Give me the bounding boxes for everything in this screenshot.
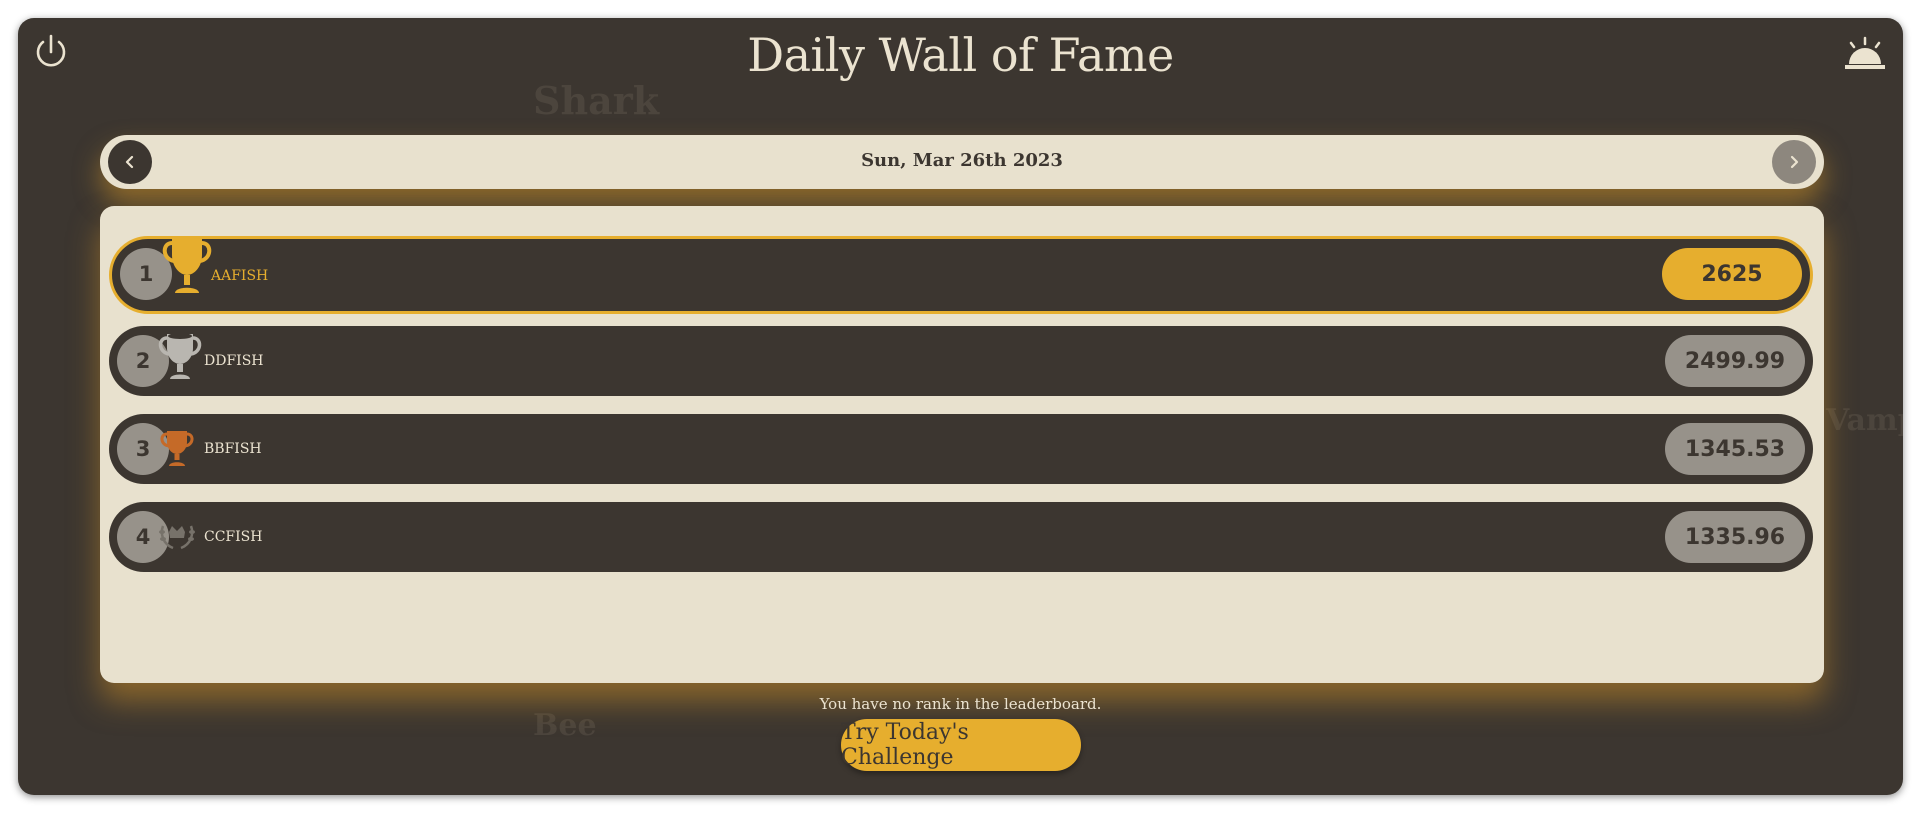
app-window: Shark Vamp Bee Daily Wall of Fame Sun, M… [18,18,1903,795]
next-day-button[interactable] [1772,140,1816,184]
no-rank-message: You have no rank in the leaderboard. [819,695,1102,713]
player-name: CCFISH [204,529,263,545]
leaderboard-panel: 1 AAFISH 2625 2 DDFISH 2499.99 3 BBFISH … [100,206,1824,683]
player-score: 1335.96 [1665,511,1805,563]
leaderboard-row: 1 AAFISH 2625 [109,236,1813,314]
player-name: DDFISH [204,353,264,369]
try-challenge-button[interactable]: Try Today's Challenge [841,719,1081,771]
leaderboard-row: 4 CCFISH 1335.96 [109,502,1813,572]
background-label-bee: Bee [533,708,597,743]
date-navigation-bar: Sun, Mar 26th 2023 [100,135,1824,189]
player-name: AAFISH [211,268,269,284]
silver-trophy-icon [157,330,203,386]
background-label-vamp: Vamp [1826,403,1903,438]
chevron-right-icon [1790,155,1799,169]
leaderboard-row: 2 DDFISH 2499.99 [109,326,1813,396]
player-score: 2499.99 [1665,335,1805,387]
player-score: 2625 [1662,248,1802,300]
gold-trophy-icon [160,233,214,301]
bronze-trophy-icon [159,428,195,472]
page-title: Daily Wall of Fame [747,28,1174,82]
laurel-crown-icon [157,518,197,558]
background-label-shark: Shark [533,78,660,123]
player-score: 1345.53 [1665,423,1805,475]
current-date: Sun, Mar 26th 2023 [861,150,1063,171]
service-bell-icon[interactable] [1841,34,1889,74]
leaderboard-row: 3 BBFISH 1345.53 [109,414,1813,484]
player-name: BBFISH [204,441,262,457]
